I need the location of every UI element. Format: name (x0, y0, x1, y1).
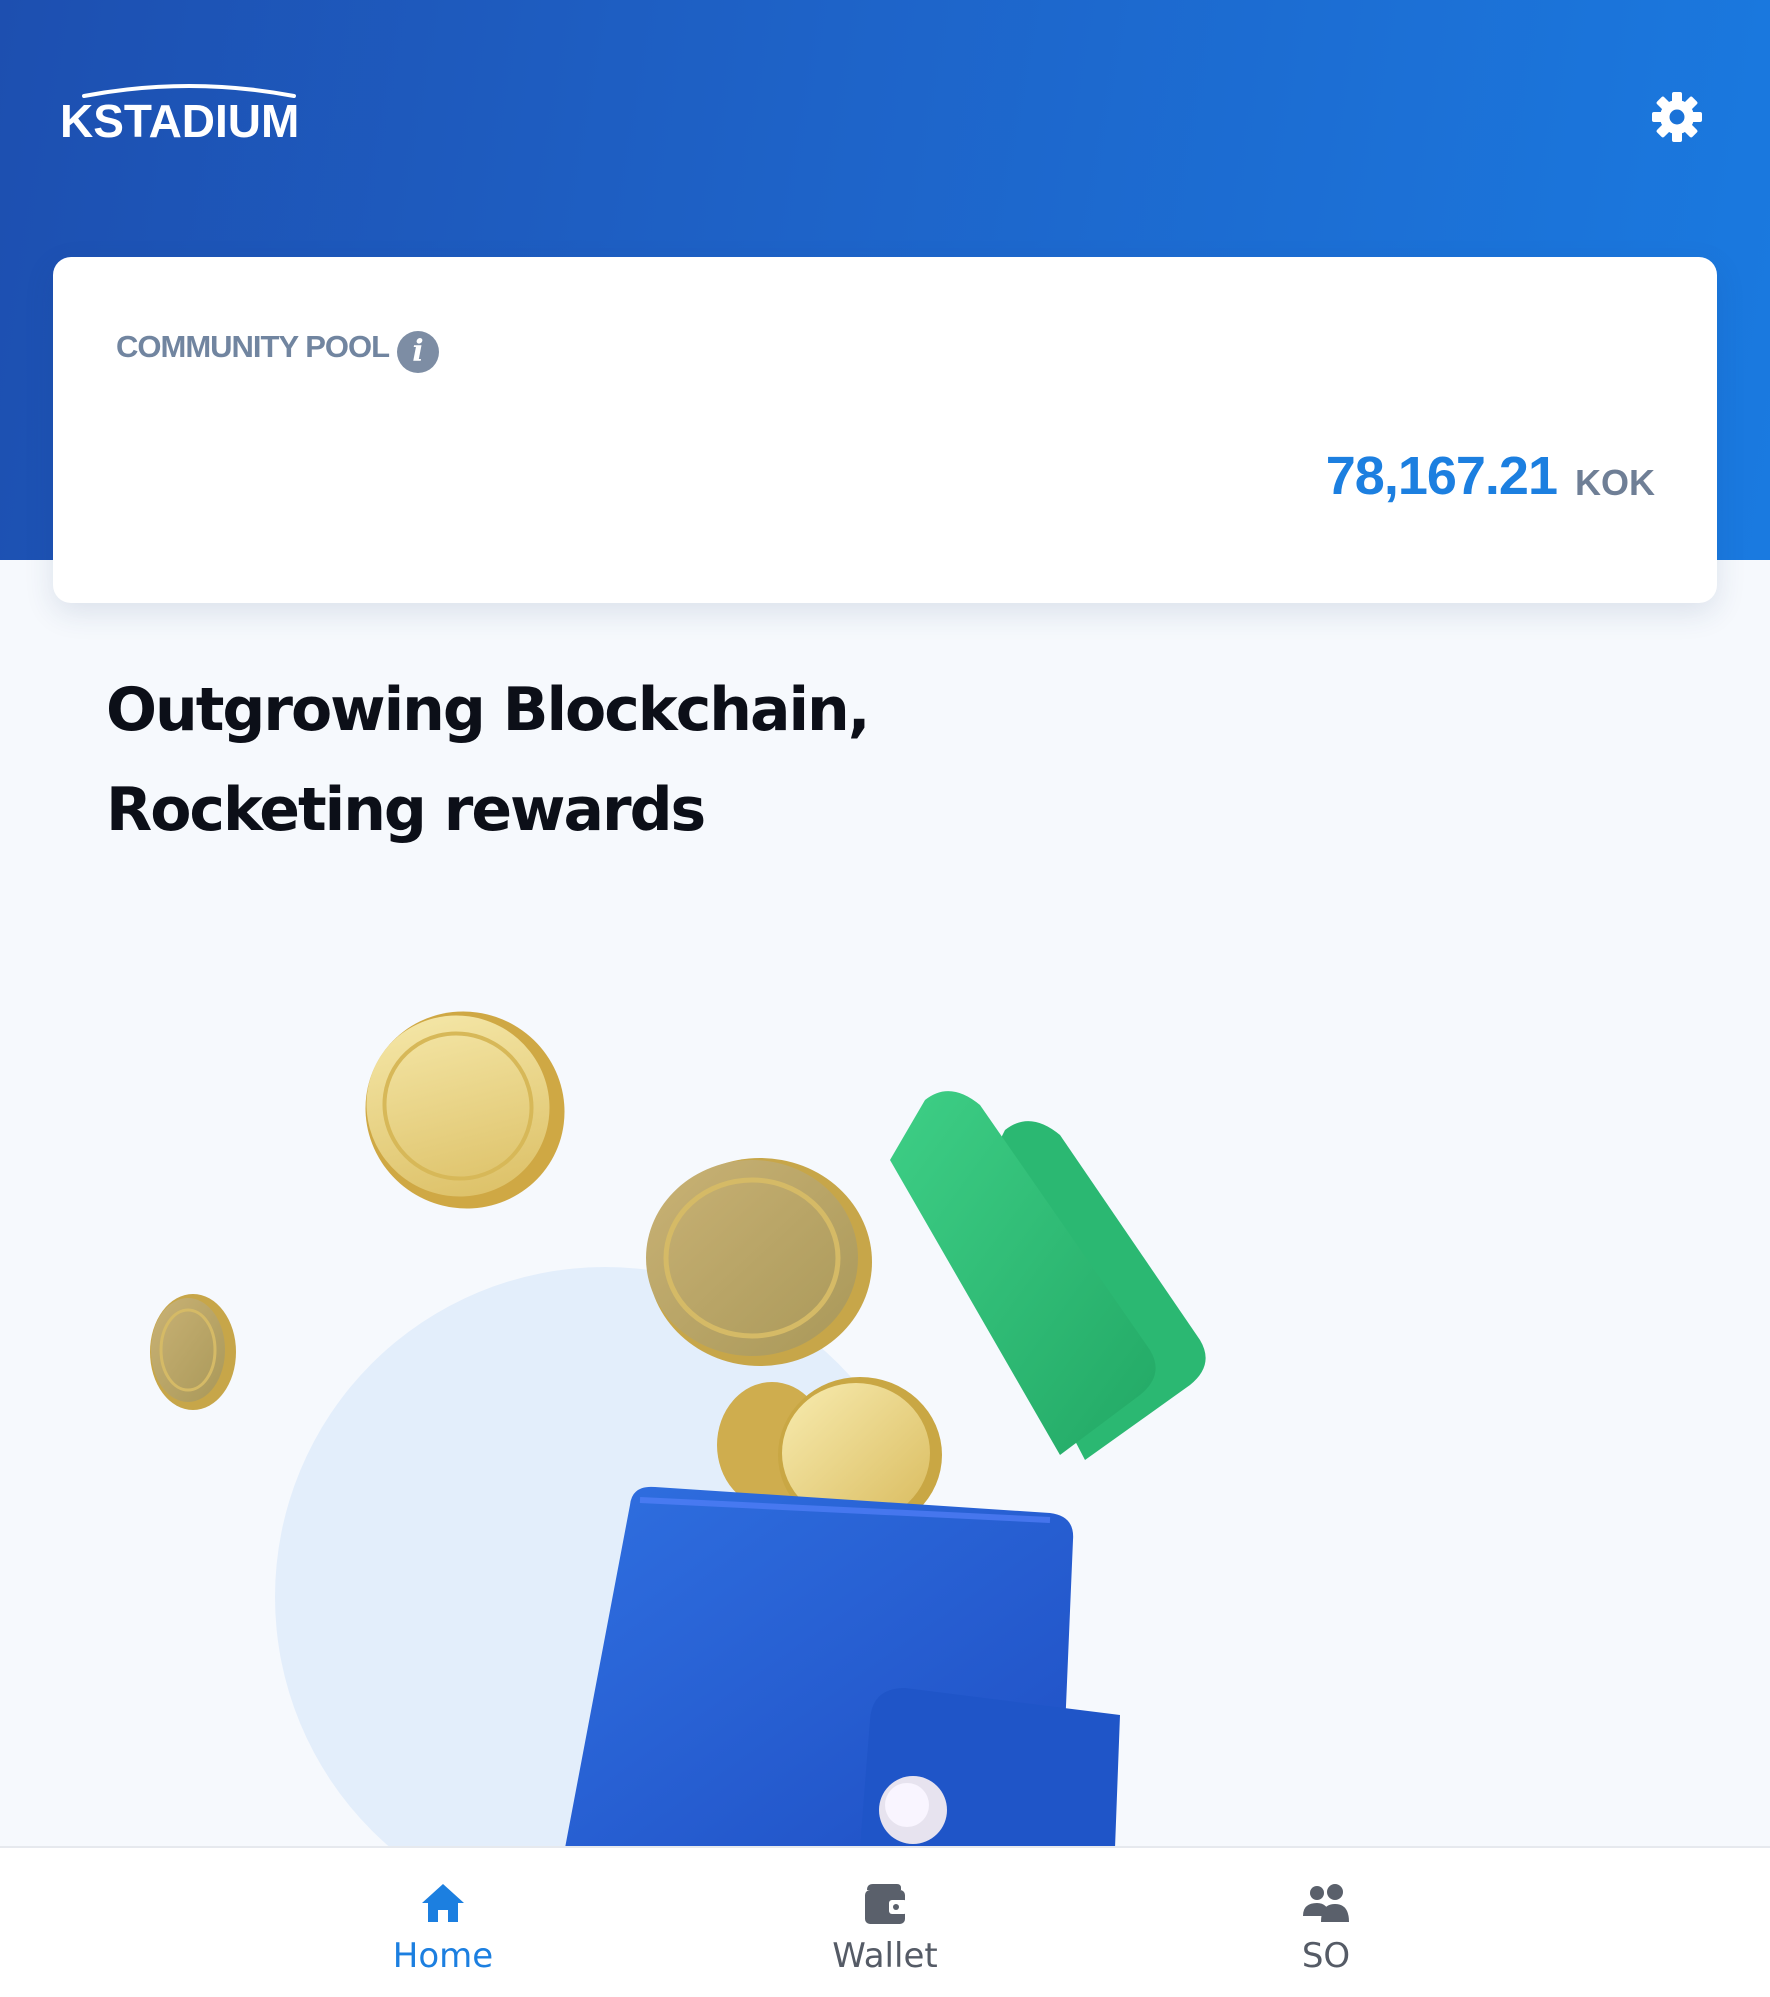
tab-wallet-label: Wallet (832, 1936, 938, 1976)
wallet-illustration (0, 960, 1770, 1848)
tab-home-label: Home (392, 1936, 494, 1976)
tab-wallet[interactable]: Wallet (735, 1848, 1035, 1997)
info-icon[interactable]: i (397, 331, 439, 373)
wallet-icon (865, 1884, 907, 1924)
home-icon (422, 1884, 464, 1922)
cash-notes (890, 1091, 1206, 1460)
gear-icon (1652, 92, 1702, 142)
kstadium-logo: KSTADIUM (60, 80, 310, 147)
coin-left (150, 1294, 236, 1410)
hero-line-2: Rocketing rewards (106, 775, 706, 845)
community-pool-value: 78,167.21 (1325, 446, 1558, 506)
tab-so[interactable]: SO (1176, 1848, 1476, 1997)
hero-headline: Outgrowing Blockchain, Rocketing rewards (106, 660, 871, 860)
bottom-tab-bar: Home Wallet SO (0, 1846, 1770, 1997)
coin-top (365, 1011, 565, 1209)
community-pool-unit: KOK (1575, 462, 1655, 503)
tab-home[interactable]: Home (293, 1848, 593, 1997)
group-icon (1303, 1884, 1349, 1922)
wallet-body (565, 1486, 1120, 1848)
community-pool-card: COMMUNITY POOL i 78,167.21 KOK (53, 257, 1717, 603)
community-pool-label: COMMUNITY POOL (116, 329, 390, 364)
tab-so-label: SO (1301, 1936, 1351, 1976)
hero-line-1: Outgrowing Blockchain, (106, 675, 871, 745)
logo-text: KSTADIUM (60, 95, 300, 147)
settings-button[interactable] (1650, 90, 1704, 144)
wallet-coins-illustration (150, 1011, 1206, 1848)
